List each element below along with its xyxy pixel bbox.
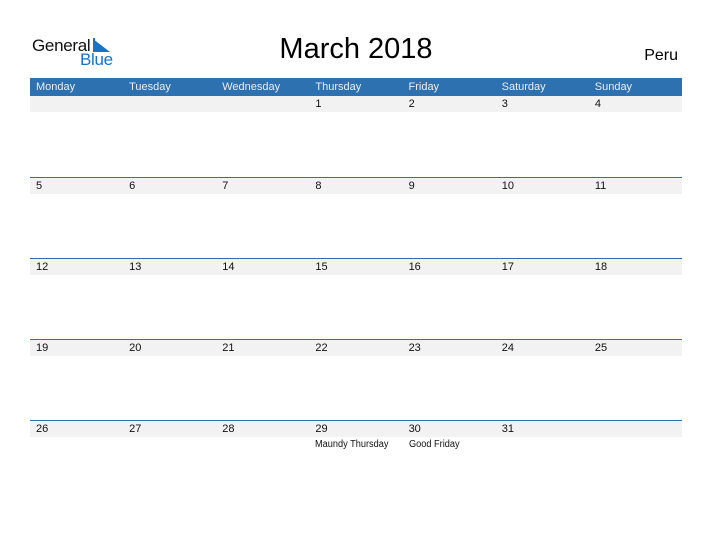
day-number: 15: [315, 261, 328, 273]
day-number: 10: [501, 180, 514, 192]
day-cell: 9: [403, 178, 496, 259]
weekday-saturday: Saturday: [501, 81, 546, 93]
day-number: 25: [594, 342, 608, 354]
day-cell: 8: [309, 178, 402, 259]
day-cell: 1: [309, 96, 402, 177]
day-cell: 6: [123, 178, 216, 259]
weekday-friday: Friday: [408, 81, 440, 93]
week-row: 19 20 21 22 23 24 25: [30, 339, 682, 421]
day-cell: 14: [216, 259, 309, 340]
day-cell: 11: [589, 178, 682, 259]
day-cell: 21: [216, 340, 309, 421]
day-cell: 29 Maundy Thursday: [309, 421, 402, 502]
weekday-sunday: Sunday: [594, 81, 633, 93]
calendar-title: March 2018: [279, 33, 433, 65]
day-cell: [123, 96, 216, 177]
day-number: 20: [129, 342, 142, 354]
day-cell: 7: [216, 178, 309, 259]
day-number: 5: [36, 180, 43, 192]
day-number: 6: [129, 180, 136, 192]
day-cell: 28: [216, 421, 309, 502]
day-number: 28: [222, 423, 235, 435]
day-cell: 26: [30, 421, 123, 502]
day-cell: 27: [123, 421, 216, 502]
day-cell: 3: [496, 96, 589, 177]
day-number: 22: [315, 342, 328, 354]
day-number: 24: [501, 342, 514, 354]
day-cell: 2: [403, 96, 496, 177]
day-cell: [589, 421, 682, 502]
week-row: 5 6 7 8 9 10 11: [30, 177, 682, 259]
weekday-header: Monday Tuesday Wednesday Thursday Friday…: [30, 78, 682, 96]
day-number: 9: [408, 180, 415, 192]
day-cell: 18: [589, 259, 682, 340]
day-cell: 4: [589, 96, 682, 177]
day-cell: 25: [589, 340, 682, 421]
day-number: 18: [594, 261, 608, 273]
day-number: 26: [36, 423, 49, 435]
day-number: 3: [501, 98, 508, 110]
day-cell: 5: [30, 178, 123, 259]
day-cell: 20: [123, 340, 216, 421]
week-row: 1 2 3 4: [30, 96, 682, 177]
day-number: 8: [315, 180, 322, 192]
day-number: 19: [36, 342, 49, 354]
day-number: 1: [315, 98, 322, 110]
day-number: 31: [501, 423, 514, 435]
day-cell: 30 Good Friday: [403, 421, 496, 502]
day-cell: 16: [403, 259, 496, 340]
day-number: 16: [408, 261, 421, 273]
day-number: 29: [315, 423, 328, 435]
country-label: Peru: [644, 47, 678, 64]
weekday-monday: Monday: [36, 81, 76, 93]
weekday-tuesday: Tuesday: [129, 81, 171, 93]
day-cell: 31: [496, 421, 589, 502]
weekday-thursday: Thursday: [315, 81, 362, 93]
day-cell: [216, 96, 309, 177]
day-cell: 22: [309, 340, 402, 421]
day-number: 14: [222, 261, 235, 273]
holiday-label: Good Friday: [408, 439, 460, 450]
day-cell: 10: [496, 178, 589, 259]
day-number: 11: [594, 180, 607, 192]
day-number: 17: [501, 261, 514, 273]
day-cell: 23: [403, 340, 496, 421]
day-number: 12: [36, 261, 49, 273]
week-row: 12 13 14 15 16 17 18: [30, 258, 682, 340]
week-row: 26 27 28 29 Maundy Thursday 30 Good Friday 31: [30, 420, 682, 502]
day-cell: [30, 96, 123, 177]
day-number: 21: [222, 342, 235, 354]
holiday-label: Maundy Thursday: [315, 439, 389, 450]
day-cell: 24: [496, 340, 589, 421]
day-number: 7: [222, 180, 229, 192]
day-cell: 19: [30, 340, 123, 421]
day-number: 27: [129, 423, 142, 435]
day-number: 2: [408, 98, 415, 110]
day-number: 30: [408, 423, 421, 435]
day-cell: 13: [123, 259, 216, 340]
day-number: 23: [408, 342, 421, 354]
day-cell: 15: [309, 259, 402, 340]
day-number: 4: [594, 98, 601, 110]
day-cell: 17: [496, 259, 589, 340]
weekday-wednesday: Wednesday: [222, 81, 281, 93]
day-number: 13: [129, 261, 142, 273]
day-cell: 12: [30, 259, 123, 340]
